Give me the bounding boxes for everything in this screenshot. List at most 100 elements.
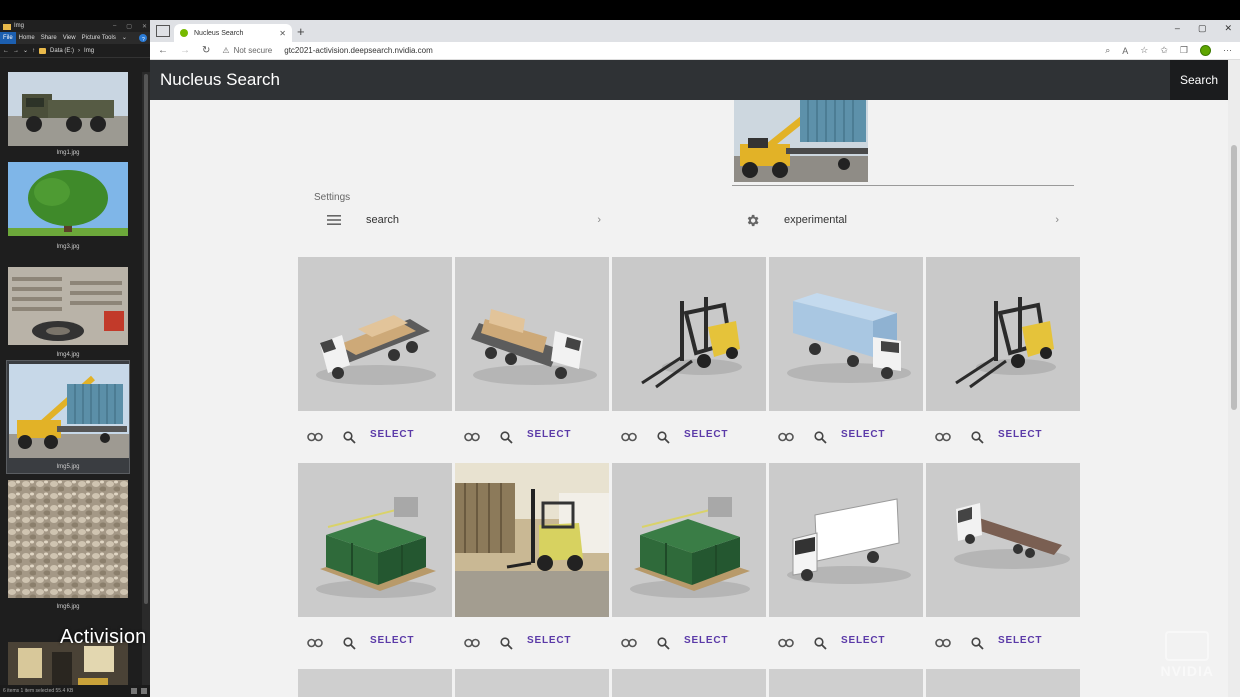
forward-arrow-icon[interactable]: →	[13, 48, 19, 54]
search-icon[interactable]	[654, 428, 672, 446]
result-image[interactable]	[455, 257, 609, 411]
search-icon[interactable]	[968, 634, 986, 652]
experimental-settings-row[interactable]: experimental ›	[744, 210, 1059, 230]
maximize-icon[interactable]: ▢	[1198, 23, 1207, 34]
result-card: SELECT	[612, 257, 766, 463]
minimize-icon[interactable]: –	[1175, 23, 1180, 34]
ribbon-tab-view[interactable]: View	[60, 32, 79, 44]
file-item[interactable]: Img4.jpg	[6, 267, 130, 358]
search-icon[interactable]	[654, 634, 672, 652]
search-icon[interactable]	[340, 428, 358, 446]
result-image[interactable]	[298, 463, 452, 617]
read-aloud-icon[interactable]: A	[1122, 46, 1128, 56]
result-image[interactable]	[926, 669, 1080, 697]
ribbon-tab-home[interactable]: Home	[16, 32, 38, 44]
search-icon[interactable]	[968, 428, 986, 446]
maximize-icon[interactable]: ▢	[126, 23, 132, 30]
reload-icon[interactable]: ↻	[202, 45, 210, 56]
result-image[interactable]	[298, 669, 452, 697]
page-scrollbar-track[interactable]	[1228, 60, 1240, 697]
result-image[interactable]	[612, 669, 766, 697]
result-image[interactable]	[455, 669, 609, 697]
result-image[interactable]	[769, 669, 923, 697]
link-icon[interactable]	[934, 634, 952, 652]
file-item[interactable]: Img6.jpg	[6, 480, 130, 610]
link-icon[interactable]	[463, 634, 481, 652]
ribbon-tab-picture-tools[interactable]: Picture Tools	[79, 32, 119, 44]
security-indicator[interactable]: ⚠ Not secure	[222, 46, 272, 55]
result-image[interactable]	[612, 463, 766, 617]
result-image[interactable]	[926, 257, 1080, 411]
result-image[interactable]	[769, 463, 923, 617]
query-image-dropzone[interactable]	[732, 100, 1074, 186]
select-button[interactable]: SELECT	[998, 429, 1042, 440]
link-icon[interactable]	[463, 428, 481, 446]
file-item[interactable]: Img3.jpg	[6, 162, 130, 250]
select-button[interactable]: SELECT	[527, 635, 571, 646]
path-drive[interactable]: Data (E:)	[50, 48, 74, 54]
collections-icon[interactable]: ❐	[1180, 45, 1188, 56]
zoom-icon[interactable]: ⌕	[1105, 45, 1110, 56]
tab-actions-icon[interactable]	[156, 25, 170, 37]
scrollbar-thumb[interactable]	[1231, 145, 1237, 410]
new-tab-icon[interactable]: +	[297, 25, 305, 39]
result-image[interactable]	[926, 463, 1080, 617]
back-arrow-icon[interactable]: ←	[158, 45, 168, 56]
select-button[interactable]: SELECT	[998, 635, 1042, 646]
close-icon[interactable]: ✕	[142, 23, 147, 30]
minimize-icon[interactable]: –	[113, 23, 116, 30]
link-icon[interactable]	[306, 428, 324, 446]
more-menu-icon[interactable]: ⋯	[1223, 45, 1232, 56]
ribbon-tab-file[interactable]: File	[0, 32, 16, 44]
profile-avatar-icon[interactable]	[1200, 45, 1211, 56]
search-icon[interactable]	[497, 634, 515, 652]
link-icon[interactable]	[934, 428, 952, 446]
url-field[interactable]: gtc2021-activision.deepsearch.nvidia.com	[284, 46, 433, 55]
select-button[interactable]: SELECT	[370, 635, 414, 646]
help-icon[interactable]: ?	[139, 34, 147, 43]
link-icon[interactable]	[777, 428, 795, 446]
large-icons-view-icon[interactable]	[141, 688, 147, 694]
favorite-star-icon[interactable]: ☆	[1140, 45, 1148, 56]
select-button[interactable]: SELECT	[841, 635, 885, 646]
result-image[interactable]	[298, 257, 452, 411]
explorer-scrollbar[interactable]	[142, 72, 150, 685]
link-icon[interactable]	[620, 428, 638, 446]
select-button[interactable]: SELECT	[684, 429, 728, 440]
result-card-partial	[455, 669, 609, 697]
file-item-selected[interactable]: Img5.jpg	[6, 360, 130, 474]
explorer-address-bar[interactable]: ← → ⌄ ↑ Data (E:) › Img	[0, 44, 150, 58]
file-item[interactable]: Img1.jpg	[6, 72, 130, 156]
search-icon[interactable]	[811, 428, 829, 446]
link-icon[interactable]	[620, 634, 638, 652]
link-icon[interactable]	[777, 634, 795, 652]
path-folder[interactable]: Img	[84, 48, 94, 54]
details-view-icon[interactable]	[131, 688, 137, 694]
result-image[interactable]	[769, 257, 923, 411]
search-icon[interactable]	[811, 634, 829, 652]
select-button[interactable]: SELECT	[684, 635, 728, 646]
chevron-down-icon[interactable]: ⌄	[23, 47, 28, 54]
search-icon[interactable]	[340, 634, 358, 652]
scrollbar-thumb[interactable]	[144, 74, 148, 604]
result-image[interactable]	[612, 257, 766, 411]
link-icon[interactable]	[306, 634, 324, 652]
browser-tab[interactable]: Nucleus Search ✕	[174, 24, 292, 42]
select-button[interactable]: SELECT	[841, 429, 885, 440]
select-button[interactable]: SELECT	[370, 429, 414, 440]
close-tab-icon[interactable]: ✕	[279, 29, 286, 38]
result-image[interactable]	[455, 463, 609, 617]
search-icon[interactable]	[497, 428, 515, 446]
header-search-button[interactable]: Search	[1170, 60, 1228, 100]
ribbon-tab-share[interactable]: Share	[38, 32, 60, 44]
select-button[interactable]: SELECT	[527, 429, 571, 440]
search-settings-row[interactable]: search ›	[326, 210, 601, 230]
back-arrow-icon[interactable]: ←	[3, 48, 9, 54]
favorites-icon[interactable]: ✩	[1160, 45, 1168, 56]
up-arrow-icon[interactable]: ↑	[32, 48, 35, 54]
close-icon[interactable]: ✕	[1224, 23, 1232, 34]
flatbed-truck-with-boxes-rear-icon	[455, 257, 609, 411]
forward-arrow-icon[interactable]: →	[180, 45, 190, 56]
chevron-down-icon[interactable]: ⌄	[119, 32, 130, 44]
result-card-partial	[612, 669, 766, 697]
